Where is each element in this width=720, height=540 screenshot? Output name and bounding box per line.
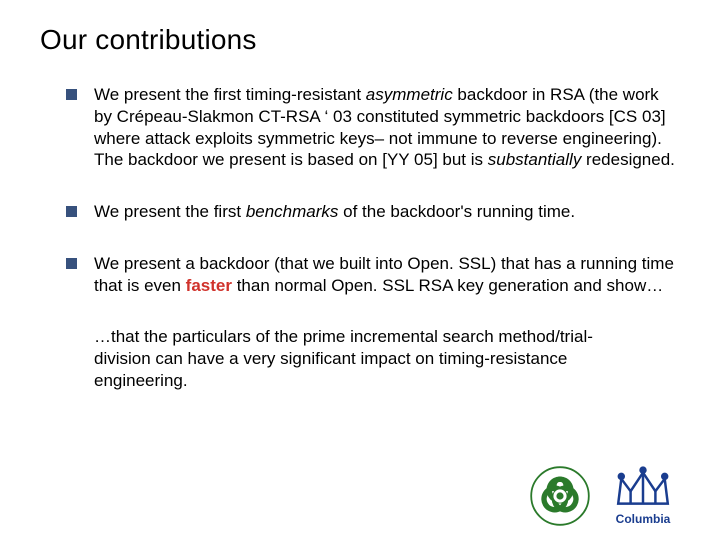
bullet-item: We present the first timing-resistant as…: [66, 84, 680, 171]
emphasis: substantially: [488, 150, 582, 169]
slide-title: Our contributions: [40, 24, 680, 56]
columbia-logo: Columbia: [612, 460, 674, 526]
emphasis: asymmetric: [366, 85, 453, 104]
bullet-list: We present the first timing-resistant as…: [66, 84, 680, 296]
bullet-item: We present a backdoor (that we built int…: [66, 253, 680, 297]
emphasis: benchmarks: [246, 202, 339, 221]
crown-icon: [612, 460, 674, 510]
biohazard-icon: [530, 466, 590, 526]
closing-text: …that the particulars of the prime incre…: [94, 326, 634, 391]
columbia-label: Columbia: [616, 512, 671, 526]
emphasis-red: faster: [186, 276, 232, 295]
text: We present the first: [94, 202, 246, 221]
text: than normal Open. SSL RSA key generation…: [232, 276, 663, 295]
text: We present the first timing-resistant: [94, 85, 366, 104]
text: of the backdoor's running time.: [338, 202, 575, 221]
text: redesigned.: [581, 150, 675, 169]
logo-row: Columbia: [530, 460, 674, 526]
slide: Our contributions We present the first t…: [0, 0, 720, 540]
bullet-item: We present the first benchmarks of the b…: [66, 201, 680, 223]
